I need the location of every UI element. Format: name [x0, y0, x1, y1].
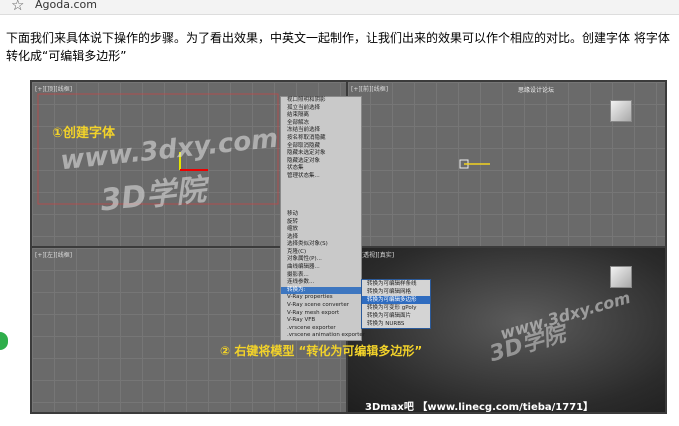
- menu-item[interactable]: 状态集: [281, 165, 361, 173]
- viewport-perspective: [+][透视][真实] www.3dxy.com 3D学院: [348, 248, 665, 412]
- submenu-item-editable-poly[interactable]: 转换为可编辑多边形: [362, 296, 430, 304]
- front-gizmo: [459, 159, 490, 169]
- menu-item[interactable]: 按名称取消隐藏: [281, 135, 361, 143]
- tutorial-screenshot: [+][顶][线框] [+][前][线框] 思缘设计论坛 [+][左][线框] …: [30, 80, 667, 414]
- article-paragraph: 下面我们来具体说下操作的步骤。为了看出效果，中英文一起制作，让我们出来的效果可以…: [6, 31, 670, 63]
- menu-item[interactable]: 对象属性(P)...: [281, 256, 361, 264]
- convert-to-submenu: 转换为可编辑样条线 转换为可编辑网格 转换为可编辑多边形 转换为可变形 gPol…: [361, 279, 431, 329]
- menu-item[interactable]: 移动: [281, 211, 361, 219]
- viewport-front: [+][前][线框] 思缘设计论坛: [348, 82, 665, 246]
- menu-item[interactable]: [281, 188, 361, 196]
- menu-item[interactable]: 缩放: [281, 226, 361, 234]
- menu-item[interactable]: 结束隔离: [281, 112, 361, 120]
- menu-item[interactable]: [281, 181, 361, 189]
- viewcube-icon[interactable]: [610, 266, 632, 288]
- menu-item[interactable]: 冻结当前选择: [281, 127, 361, 135]
- menu-item[interactable]: 连线参数...: [281, 279, 361, 287]
- menu-item[interactable]: 曲线编辑器...: [281, 264, 361, 272]
- submenu-item[interactable]: 转换为 NURBS: [362, 320, 430, 328]
- star-icon[interactable]: ☆: [11, 0, 24, 13]
- bookmark-link[interactable]: Agoda.com: [35, 0, 97, 12]
- credit-text: 3Dmax吧 【www.linecg.com/tieba/1771】: [365, 402, 594, 413]
- menu-item[interactable]: [281, 203, 361, 211]
- menu-item[interactable]: V-Ray properties: [281, 294, 361, 302]
- menu-item[interactable]: 旋转: [281, 219, 361, 227]
- menu-item[interactable]: 视口照明和阴影: [281, 97, 361, 105]
- menu-item[interactable]: .vrscene exporter: [281, 325, 361, 333]
- submenu-item[interactable]: 转换为可编辑面片: [362, 312, 430, 320]
- submenu-item[interactable]: 转换为可变形 gPoly: [362, 304, 430, 312]
- menu-item[interactable]: V-Ray mesh export: [281, 310, 361, 318]
- step1-annotation: ①创建字体: [52, 126, 116, 141]
- menu-item[interactable]: [281, 196, 361, 204]
- menu-item-convert-to[interactable]: 转换为:: [281, 286, 361, 295]
- viewport-label: [+][左][线框]: [35, 252, 73, 259]
- menu-item[interactable]: .vrscene animation exporter: [281, 332, 365, 340]
- menu-item[interactable]: V-Ray scene converter: [281, 302, 361, 310]
- menu-item[interactable]: 管理状态集...: [281, 173, 361, 181]
- side-share-handle[interactable]: [0, 332, 8, 350]
- menu-item[interactable]: 选择类似对象(S): [281, 241, 361, 249]
- menu-item[interactable]: 隐藏未选定对象: [281, 150, 361, 158]
- submenu-item[interactable]: 转换为可编辑网格: [362, 288, 430, 296]
- context-menu: 视口照明和阴影 孤立当前选择 结束隔离 全部解冻 冻结当前选择 按名称取消隐藏 …: [280, 96, 365, 341]
- browser-bookmark-bar: ☆ Agoda.com: [0, 0, 679, 15]
- submenu-item[interactable]: 转换为可编辑样条线: [362, 280, 430, 288]
- menu-item[interactable]: V-Ray VFB: [281, 317, 361, 325]
- step2-annotation: ② 右键将模型 “转化为可编辑多边形”: [220, 344, 423, 358]
